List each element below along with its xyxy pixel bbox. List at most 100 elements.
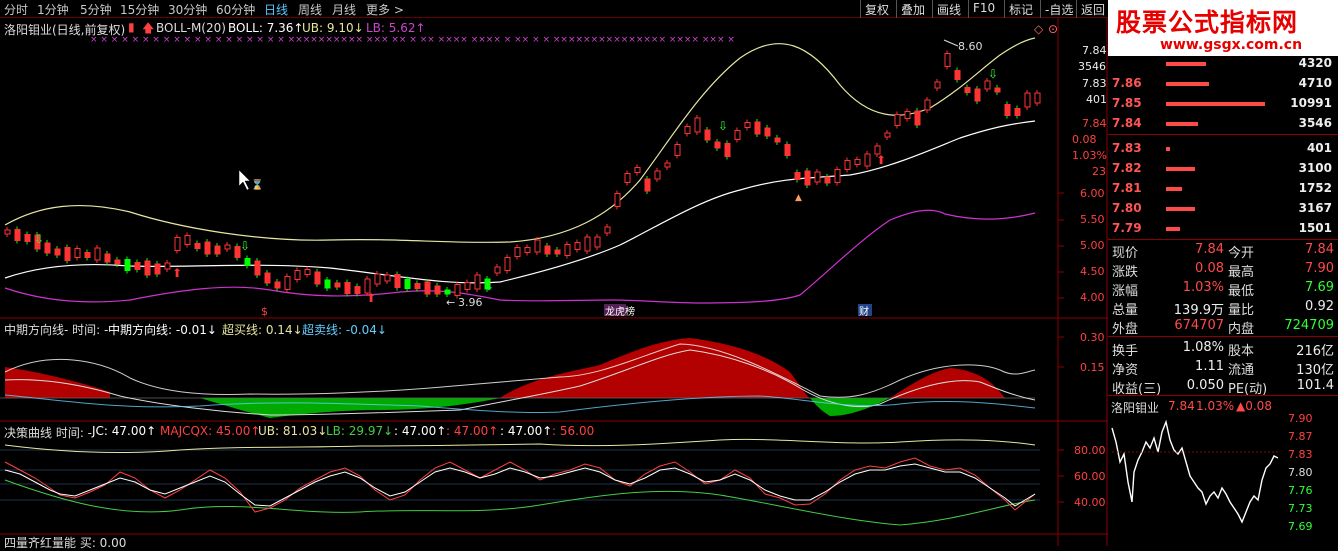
orderbook-row[interactable]: 4320 [1108,56,1338,73]
axis-vol-2: 401 [1086,93,1107,106]
orderbook-row[interactable]: 7.84 3546 [1108,116,1338,133]
axis-6: 6.00 [1080,187,1105,200]
stat-value: 0.08 [1195,261,1224,276]
axis-last: 7.84 [1082,117,1107,130]
candle [414,283,421,289]
axis-count: 23 [1092,165,1106,178]
svg-text:⇩: ⇩ [484,279,494,293]
candle [354,286,361,294]
candle [384,274,391,282]
candle [524,247,531,253]
mini-chg: ▲0.08 [1236,399,1272,413]
stat-row: 涨跌 0.08 最高 7.90 [1108,261,1338,280]
candle [64,247,71,261]
orderbook-bar [1166,82,1209,86]
svg-text:⇩: ⇩ [718,119,728,133]
stat-row: 涨幅 1.03% 最低 7.69 [1108,280,1338,299]
candle [144,260,151,276]
orderbook-row[interactable]: 7.79 1501 [1108,221,1338,238]
axis-4-5: 4.50 [1080,265,1105,278]
orderbook-row[interactable]: 7.82 3100 [1108,161,1338,178]
candle [154,263,161,275]
stat-value: 7.69 [1305,280,1334,295]
stat-value: 7.84 [1305,242,1334,257]
orderbook-row[interactable]: 7.80 3167 [1108,201,1338,218]
candle [934,81,941,89]
lower-axis-1: 80.00 [1074,444,1106,457]
stat-label: 量比 [1228,303,1255,318]
stat-value: 0.050 [1186,378,1224,393]
footer-indicator: 四量齐红量能 买: 0.00 [4,536,127,550]
chart-canvas[interactable]: ⇩ ⬆ ⇩ ⬆ ⇩ ⇩ ⬆ ⇩ ▲ × × × × × × × × × × × … [0,0,1108,546]
longhu-mark[interactable]: 龙虎榜 [605,305,635,318]
finance-mark[interactable]: 财 [859,305,869,318]
candle [904,111,911,119]
orderbook-price: 7.81 [1112,181,1142,195]
orderbook-row[interactable]: 7.86 4710 [1108,76,1338,93]
candle [774,137,781,143]
stat-label: 净资 [1112,363,1139,378]
axis-4: 4.00 [1080,291,1105,304]
orderbook-row[interactable]: 7.83 401 [1108,141,1338,158]
orderbook-bar [1166,227,1180,231]
candle [244,258,251,266]
lower-title: 决策曲线 时间: - [4,426,93,440]
stat-label: 总量 [1112,303,1139,318]
orderbook-row[interactable]: 7.85 10991 [1108,96,1338,113]
candle [804,170,811,186]
candle [884,132,891,138]
orderbook-bar [1166,167,1195,171]
candle [784,144,791,156]
orderbook-price: 7.82 [1112,161,1142,175]
candle [694,117,701,133]
candle [494,266,501,274]
lower-axis-3: 40.00 [1074,496,1106,509]
candle [914,110,921,126]
candle [754,121,761,135]
stat-row: 换手 1.08% 股本 216亿 [1108,340,1338,359]
candle [534,239,541,253]
settings-icon[interactable]: ⊙ [1048,22,1058,36]
lower-ub: UB: 81.03↓ [258,424,328,438]
candle [74,248,81,258]
orderbook-bar [1166,207,1195,211]
candle [864,153,871,167]
orderbook-price: 7.83 [1112,141,1142,155]
candle [194,243,201,249]
orderbook-volume: 1752 [1298,181,1332,195]
candle [654,170,661,180]
candle [704,129,711,141]
candle [974,88,981,102]
candle [944,53,951,67]
collapse-icon[interactable]: ◇ [1034,22,1043,36]
high-label: 8.60 [958,40,983,53]
lower-v1: : 47.00↑ [394,424,447,438]
candle [574,242,581,250]
orderbook-volume: 1501 [1298,221,1332,235]
lower-lb: LB: 29.97↓ [326,424,394,438]
svg-text:←: ← [446,296,455,309]
candle [374,273,381,285]
stat-value: 1.08% [1182,340,1224,355]
candle [444,289,451,295]
mini-axis-tick: 7.73 [1288,502,1313,515]
mid-title: 中期方向线- 时间: - [4,323,109,337]
orderbook-bar [1166,102,1265,106]
mid-line2: 超买线: 0.14↓ [222,323,303,337]
axis-5-5: 5.50 [1080,213,1105,226]
mini-axis-tick: 7.76 [1288,484,1313,497]
stat-row: 总量 139.9万 量比 0.92 [1108,299,1338,318]
stat-value: 216亿 [1296,344,1334,359]
candle [894,114,901,126]
candle [254,260,261,276]
candle [474,274,481,290]
candle [964,87,971,93]
orderbook-row[interactable]: 7.81 1752 [1108,181,1338,198]
candle [554,249,561,255]
mid-line1: 中期方向线: -0.01↓ [108,323,217,337]
svg-text:⬆: ⬆ [366,291,376,305]
orderbook-bar [1166,187,1182,191]
orderbook-price: 7.84 [1112,116,1142,130]
candle [1034,92,1041,104]
candle [84,252,91,258]
